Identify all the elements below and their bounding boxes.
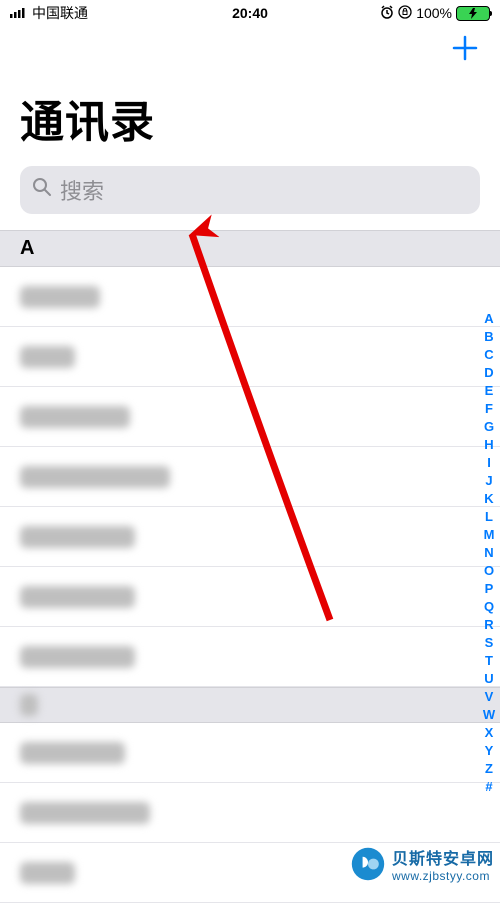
index-letter[interactable]: E: [485, 382, 494, 399]
index-letter[interactable]: W: [483, 706, 495, 723]
list-item[interactable]: [0, 267, 500, 327]
index-letter[interactable]: T: [485, 652, 493, 669]
alarm-icon: [380, 5, 394, 22]
list-item[interactable]: [0, 627, 500, 687]
index-letter[interactable]: D: [484, 364, 493, 381]
list-item[interactable]: [0, 507, 500, 567]
watermark-line1: 贝斯特安卓网: [392, 845, 494, 869]
status-bar: 中国联通 20:40 100%: [0, 0, 500, 26]
alpha-index[interactable]: ABCDEFGHIJKLMNOPQRSTUVWXYZ#: [480, 310, 498, 795]
search-row: 搜索: [0, 166, 500, 230]
index-letter[interactable]: Q: [484, 598, 494, 615]
redacted-name: [20, 526, 135, 548]
list-item[interactable]: [0, 327, 500, 387]
status-left: 中国联通: [10, 3, 88, 23]
redacted-name: [20, 742, 125, 764]
redacted-name: [20, 586, 135, 608]
index-letter[interactable]: H: [484, 436, 493, 453]
search-placeholder: 搜索: [60, 174, 104, 206]
index-letter[interactable]: U: [484, 670, 493, 687]
nav-bar: [0, 26, 500, 76]
signal-icon: [10, 5, 28, 21]
index-letter[interactable]: K: [484, 490, 493, 507]
index-letter[interactable]: C: [484, 346, 493, 363]
page-title: 通讯录: [0, 76, 500, 166]
status-time: 20:40: [232, 5, 268, 21]
index-letter[interactable]: F: [485, 400, 493, 417]
index-letter[interactable]: #: [485, 778, 492, 795]
index-letter[interactable]: O: [484, 562, 494, 579]
index-letter[interactable]: S: [485, 634, 494, 651]
watermark-line2: www.zjbstyy.com: [392, 869, 494, 883]
search-icon: [32, 177, 52, 203]
watermark: 贝斯特安卓网 www.zjbstyy.com: [350, 845, 494, 883]
index-letter[interactable]: Z: [485, 760, 493, 777]
index-letter[interactable]: G: [484, 418, 494, 435]
index-letter[interactable]: A: [484, 310, 493, 327]
index-letter[interactable]: L: [485, 508, 493, 525]
section-header: A: [0, 230, 500, 267]
orientation-lock-icon: [398, 5, 412, 22]
redacted-name: [20, 466, 170, 488]
add-button[interactable]: [450, 33, 480, 69]
index-letter[interactable]: R: [484, 616, 493, 633]
battery-pct: 100%: [416, 5, 452, 21]
list-item[interactable]: [0, 723, 500, 783]
battery-icon: [456, 6, 490, 21]
redacted-name: [20, 346, 75, 368]
list-item[interactable]: [0, 447, 500, 507]
index-letter[interactable]: B: [484, 328, 493, 345]
index-letter[interactable]: I: [487, 454, 491, 471]
index-letter[interactable]: Y: [485, 742, 494, 759]
list-item[interactable]: [0, 567, 500, 627]
section-header: [0, 687, 500, 723]
redacted-name: [20, 286, 100, 308]
index-letter[interactable]: V: [485, 688, 494, 705]
search-input[interactable]: 搜索: [20, 166, 480, 214]
contact-list[interactable]: A: [0, 230, 500, 903]
index-letter[interactable]: X: [485, 724, 494, 741]
list-item[interactable]: [0, 387, 500, 447]
watermark-logo-icon: [350, 846, 386, 882]
carrier-label: 中国联通: [32, 3, 88, 23]
list-item[interactable]: [0, 783, 500, 843]
redacted-name: [20, 646, 135, 668]
index-letter[interactable]: P: [485, 580, 494, 597]
index-letter[interactable]: N: [484, 544, 493, 561]
status-right: 100%: [380, 5, 490, 22]
redacted-name: [20, 802, 150, 824]
index-letter[interactable]: J: [485, 472, 492, 489]
redacted-name: [20, 406, 130, 428]
index-letter[interactable]: M: [484, 526, 495, 543]
redacted-name: [20, 862, 75, 884]
